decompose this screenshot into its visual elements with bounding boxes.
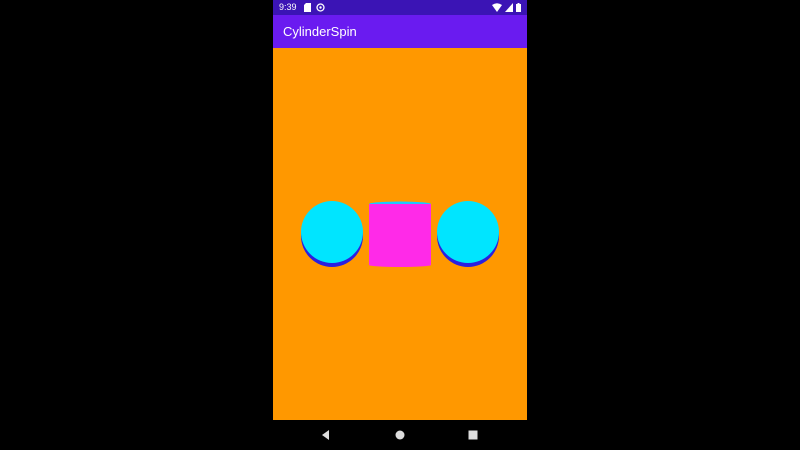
home-icon[interactable] [393,428,407,442]
status-bar: 9:39 [273,0,527,15]
sd-card-icon [304,3,311,12]
battery-icon [516,3,521,12]
right-cylinder-end [437,201,499,267]
right-cylinder-face [437,201,499,263]
app-title: CylinderSpin [283,24,357,39]
sync-icon [316,3,325,12]
scene-svg [301,201,499,267]
navigation-bar [273,420,527,450]
center-cylinder [369,201,431,267]
center-cylinder-bottom [369,263,431,267]
center-cylinder-body [369,204,431,265]
left-cylinder-face [301,201,363,263]
signal-icon [505,3,513,12]
recents-icon[interactable] [466,428,480,442]
status-left-icons [304,3,325,12]
back-icon[interactable] [319,428,333,442]
status-time: 9:39 [279,2,297,12]
scene-canvas[interactable] [273,48,527,420]
left-cylinder-end [301,201,363,267]
status-right-icons [492,3,521,12]
phone-screen: 9:39 CylinderSpin [273,0,527,450]
wifi-icon [492,3,502,12]
app-bar: CylinderSpin [273,15,527,48]
center-cylinder-rim [369,204,431,207]
